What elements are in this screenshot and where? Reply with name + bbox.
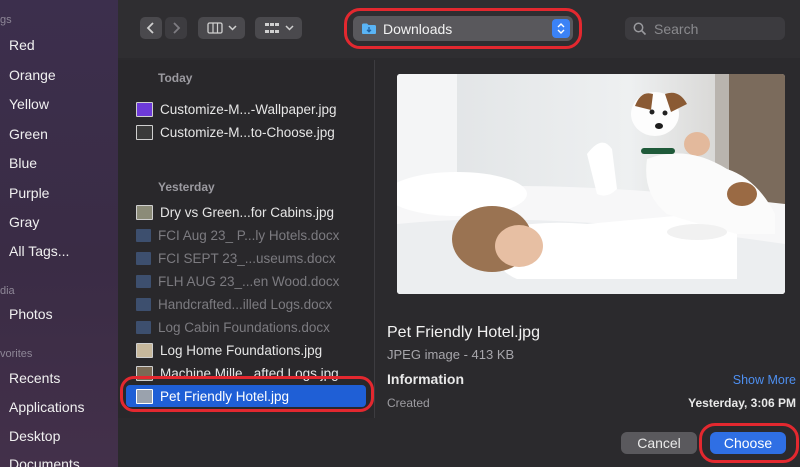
location-popup[interactable]: Downloads [353,16,573,41]
image-thumbnail-icon [136,124,153,140]
image-thumbnail-icon [136,342,153,358]
file-row[interactable]: Customize-M...to-Choose.jpg [118,121,374,143]
image-thumbnail-icon [136,388,153,404]
sidebar-item-all-tags[interactable]: All Tags... [9,243,69,259]
sidebar-section-favorites: vorites [0,348,33,360]
sidebar-item-yellow[interactable]: Yellow [9,96,49,112]
file-row: FCI Aug 23_ P...ly Hotels.docx [118,224,374,246]
view-mode-button[interactable] [198,17,245,39]
grid-group-icon [264,23,279,33]
docx-file-icon [136,297,151,311]
dialog-footer: Cancel Choose [118,418,800,467]
file-dialog: Downloads Search Today Customize-M...-Wa… [118,0,800,467]
search-field[interactable]: Search [625,17,785,40]
sidebar-item-gray[interactable]: Gray [9,214,39,230]
sidebar-item-red[interactable]: Red [9,37,35,53]
sidebar-item-orange[interactable]: Orange [9,67,56,83]
sidebar-item-applications[interactable]: Applications [9,399,85,415]
preview-pane: Pet Friendly Hotel.jpg JPEG image - 413 … [375,60,800,440]
preview-kind-size: JPEG image - 413 KB [387,347,515,362]
created-value: Yesterday, 3:06 PM [688,396,796,410]
docx-file-icon [136,274,151,288]
location-label: Downloads [383,20,453,37]
chevron-left-icon [146,22,154,34]
sidebar-item-blue[interactable]: Blue [9,155,37,171]
search-icon [633,22,647,35]
back-button[interactable] [140,17,162,39]
chevron-down-icon [284,25,294,31]
popup-stepper-icon [552,19,570,38]
sidebar-item-purple[interactable]: Purple [9,185,49,201]
toolbar: Downloads Search [118,0,800,58]
docx-file-icon [136,251,151,265]
file-row[interactable]: Log Home Foundations.jpg [118,339,374,361]
group-button[interactable] [255,17,302,39]
sidebar-item-photos[interactable]: Photos [9,306,53,322]
created-label: Created [387,396,430,410]
sidebar-item-documents[interactable]: Documents [9,456,80,467]
file-list: Today Customize-M...-Wallpaper.jpg Custo… [118,60,374,460]
preview-filename: Pet Friendly Hotel.jpg [387,324,540,341]
group-header-today: Today [158,71,193,85]
chevron-right-icon [173,22,181,34]
sidebar: gs Red Orange Yellow Green Blue Purple G… [0,0,118,467]
file-row[interactable]: Customize-M...-Wallpaper.jpg [118,98,374,120]
docx-file-icon [136,228,151,242]
sidebar-section-tags: gs [0,14,12,26]
sidebar-item-desktop[interactable]: Desktop [9,428,60,444]
show-more-link[interactable]: Show More [733,373,796,387]
information-heading: Information [387,371,464,387]
columns-view-icon [206,22,223,34]
sidebar-section-media: dia [0,285,15,297]
file-row: FLH AUG 23_...en Wood.docx [118,270,374,292]
sidebar-item-recents[interactable]: Recents [9,370,60,386]
search-placeholder: Search [654,20,699,37]
forward-button[interactable] [165,17,187,39]
file-row[interactable]: Dry vs Green...for Cabins.jpg [118,201,374,223]
file-row-selected[interactable]: Pet Friendly Hotel.jpg [126,385,366,407]
file-row: Log Cabin Foundations.docx [118,316,374,338]
preview-image [397,74,785,294]
choose-button[interactable]: Choose [710,432,786,454]
docx-file-icon [136,320,151,334]
cancel-button[interactable]: Cancel [621,432,697,454]
sidebar-item-green[interactable]: Green [9,126,48,142]
folder-downloads-icon [362,23,376,34]
file-row: Handcrafted...illed Logs.docx [118,293,374,315]
image-thumbnail-icon [136,101,153,117]
image-thumbnail-icon [136,204,153,220]
file-row: FCI SEPT 23_...useums.docx [118,247,374,269]
chevron-down-icon [227,25,237,31]
group-header-yesterday: Yesterday [158,180,215,194]
